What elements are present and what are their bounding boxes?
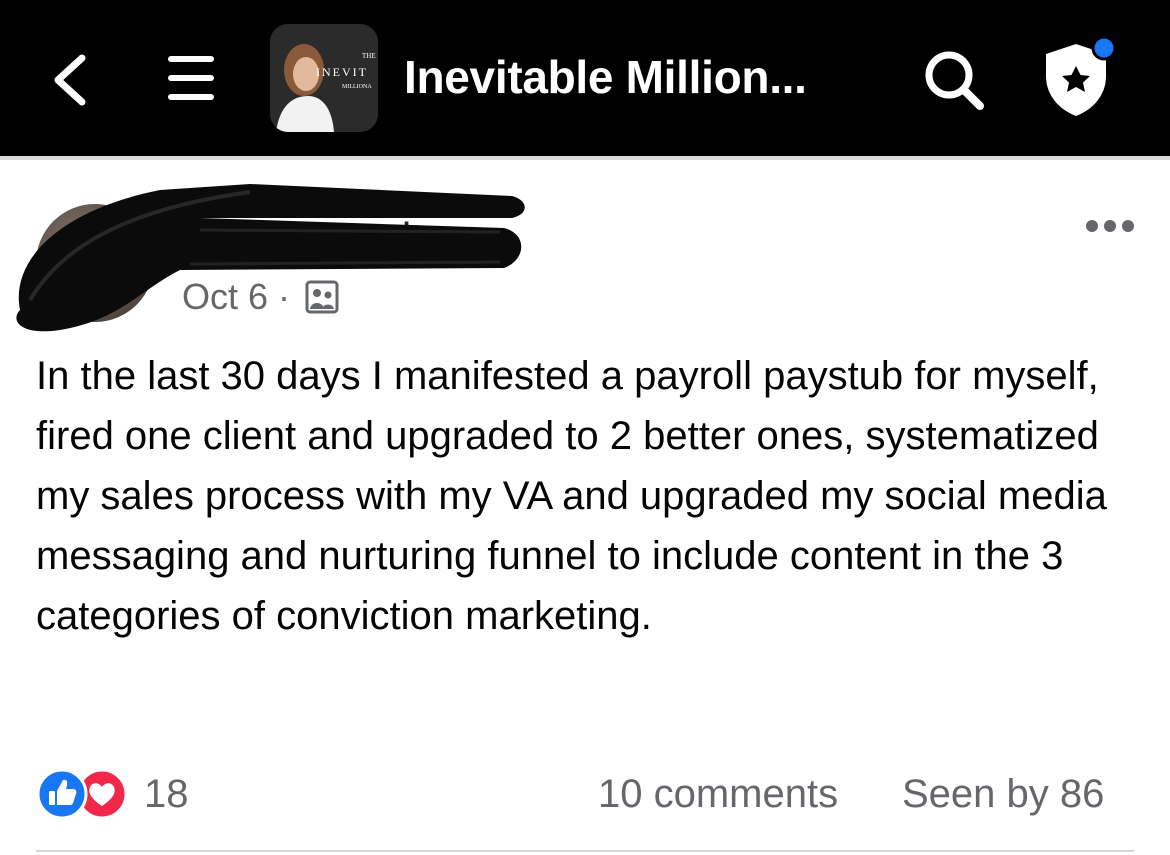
comments-count[interactable]: 10 comments — [598, 772, 838, 817]
admin-shield-icon[interactable] — [1036, 36, 1120, 120]
logo-text-the: THE — [362, 52, 376, 60]
group-members-icon — [305, 280, 339, 314]
header-divider — [0, 156, 1170, 160]
logo-text-main: INEVIT — [316, 65, 368, 79]
menu-icon[interactable] — [166, 52, 216, 104]
back-icon[interactable] — [50, 52, 90, 108]
notification-dot — [1091, 36, 1117, 61]
search-icon[interactable] — [922, 48, 986, 112]
meta-separator: · — [278, 276, 291, 317]
post-date[interactable]: Oct 6 — [182, 276, 268, 318]
logo-text-sub: MILLIONA — [342, 84, 372, 90]
seen-by-count[interactable]: Seen by 86 — [902, 772, 1104, 817]
post-text: In the last 30 days I manifested a payro… — [36, 354, 1107, 638]
group-logo[interactable]: THE INEVIT MILLIONA — [270, 24, 378, 132]
group-title[interactable]: Inevitable Million... — [404, 50, 807, 104]
reaction-count: 18 — [144, 771, 189, 816]
like-reaction-icon — [36, 768, 88, 820]
post-meta: Oct 6 · — [182, 276, 340, 318]
reactions-summary[interactable]: 18 — [36, 768, 189, 820]
actions-divider — [36, 850, 1134, 852]
top-bar: THE INEVIT MILLIONA Inevitable Million..… — [0, 0, 1170, 156]
more-options-icon[interactable] — [1084, 214, 1136, 238]
redaction-scribble — [16, 184, 525, 332]
